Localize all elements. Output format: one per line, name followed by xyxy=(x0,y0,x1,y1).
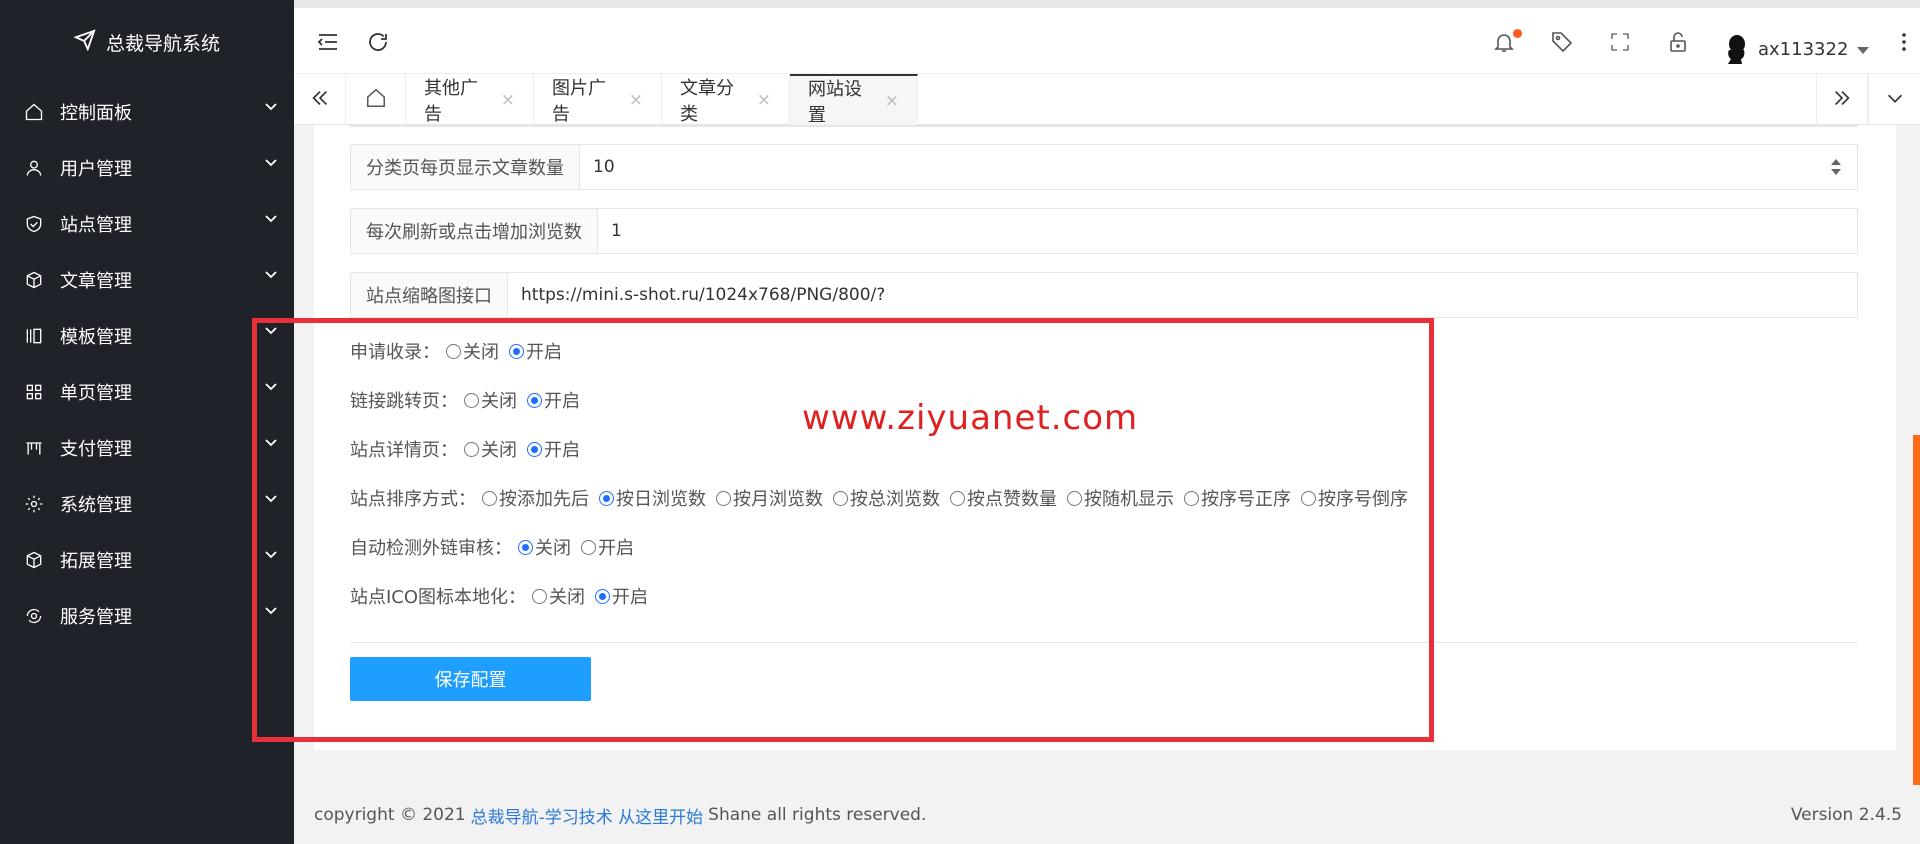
paper-plane-icon xyxy=(73,28,96,56)
user-menu[interactable]: ax113322 xyxy=(1724,34,1870,64)
home-icon xyxy=(365,87,387,113)
grid-icon xyxy=(24,382,44,402)
double-chevron-right-icon xyxy=(1831,87,1853,113)
chevron-down-icon xyxy=(264,266,278,280)
gear-icon xyxy=(24,494,44,514)
sidebar-item-label: 单页管理 xyxy=(60,383,132,404)
username: ax113322 xyxy=(1758,38,1849,60)
chevron-down-icon xyxy=(264,210,278,224)
double-chevron-left-icon xyxy=(309,87,331,113)
close-icon[interactable]: × xyxy=(757,90,771,110)
service-icon xyxy=(24,606,44,626)
tag-icon[interactable] xyxy=(1550,30,1574,54)
tab-home[interactable] xyxy=(346,74,406,126)
tab-article-category[interactable]: 文章分类 × xyxy=(662,74,790,126)
shield-icon xyxy=(24,214,44,234)
tab-site-settings[interactable]: 网站设置 × xyxy=(790,74,918,126)
avatar xyxy=(1724,34,1750,64)
notification-dot xyxy=(1513,29,1522,38)
lock-icon[interactable] xyxy=(1666,30,1690,54)
sidebar: 总裁导航系统 控制面板用户管理站点管理文章管理模板管理单页管理支付管理系统管理拓… xyxy=(0,0,294,844)
sidebar-item-7[interactable]: 支付管理 xyxy=(0,420,294,476)
sidebar-item-8[interactable]: 系统管理 xyxy=(0,476,294,532)
close-icon[interactable]: × xyxy=(885,91,899,111)
sidebar-item-4[interactable]: 文章管理 xyxy=(0,252,294,308)
brand[interactable]: 总裁导航系统 xyxy=(0,0,294,84)
sidebar-item-1[interactable]: 控制面板 xyxy=(0,84,294,140)
tabs-scroll-right-button[interactable] xyxy=(1816,74,1868,126)
sidebar-menu: 控制面板用户管理站点管理文章管理模板管理单页管理支付管理系统管理拓展管理服务管理 xyxy=(0,84,294,644)
rights-text: Shane all rights reserved. xyxy=(708,805,927,825)
thumbnail-api-input[interactable]: https://mini.s-shot.ru/1024x768/PNG/800/… xyxy=(508,273,1857,317)
chevron-down-icon xyxy=(1884,87,1906,113)
sidebar-item-3[interactable]: 站点管理 xyxy=(0,196,294,252)
chevron-down-icon xyxy=(264,154,278,168)
sidebar-item-10[interactable]: 服务管理 xyxy=(0,588,294,644)
shop-icon xyxy=(24,438,44,458)
more-vertical-icon[interactable] xyxy=(1892,30,1916,54)
refresh-icon[interactable] xyxy=(366,30,390,54)
number-spinner-icon[interactable] xyxy=(1829,157,1843,177)
user-icon xyxy=(24,158,44,178)
view-increment-input[interactable]: 1 xyxy=(598,209,1857,253)
sidebar-item-label: 用户管理 xyxy=(60,159,132,180)
tab-label: 图片广告 xyxy=(552,78,606,125)
tab-other-ads[interactable]: 其他广告 × xyxy=(406,74,534,126)
sidebar-item-9[interactable]: 拓展管理 xyxy=(0,532,294,588)
field-edge xyxy=(350,125,1858,127)
tabs-menu-button[interactable] xyxy=(1868,74,1920,126)
scrollbar[interactable] xyxy=(1913,435,1920,785)
highlight-box xyxy=(252,318,1434,742)
collapse-menu-icon[interactable] xyxy=(316,30,340,54)
chevron-down-icon xyxy=(264,98,278,112)
thumbnail-api-field: 站点缩略图接口 https://mini.s-shot.ru/1024x768/… xyxy=(350,272,1858,318)
field-label: 站点缩略图接口 xyxy=(351,273,508,317)
field-label: 每次刷新或点击增加浏览数 xyxy=(351,209,598,253)
sidebar-item-5[interactable]: 模板管理 xyxy=(0,308,294,364)
articles-per-page-field: 分类页每页显示文章数量 10 xyxy=(350,144,1858,190)
sidebar-item-label: 控制面板 xyxy=(60,103,132,124)
cube-icon xyxy=(24,550,44,570)
tab-label: 其他广告 xyxy=(424,78,478,125)
footer-link[interactable]: 总裁导航-学习技术 从这里开始 xyxy=(471,803,704,828)
articles-per-page-input[interactable]: 10 xyxy=(580,145,1857,189)
field-label: 分类页每页显示文章数量 xyxy=(351,145,580,189)
view-increment-field: 每次刷新或点击增加浏览数 1 xyxy=(350,208,1858,254)
sidebar-item-6[interactable]: 单页管理 xyxy=(0,364,294,420)
sidebar-item-label: 站点管理 xyxy=(60,215,132,236)
sidebar-item-label: 拓展管理 xyxy=(60,551,132,572)
brand-name: 总裁导航系统 xyxy=(105,32,220,55)
top-header: ax113322 xyxy=(294,0,1920,73)
cube-icon xyxy=(24,270,44,290)
fullscreen-icon[interactable] xyxy=(1608,30,1632,54)
tab-label: 网站设置 xyxy=(808,79,862,126)
tab-image-ads[interactable]: 图片广告 × xyxy=(534,74,662,126)
copyright-text: copyright © 2021 xyxy=(314,805,466,825)
sidebar-item-2[interactable]: 用户管理 xyxy=(0,140,294,196)
tabs-bar: 其他广告 × 图片广告 × 文章分类 × 网站设置 × xyxy=(294,73,1920,126)
sidebar-item-label: 支付管理 xyxy=(60,439,132,460)
close-icon[interactable]: × xyxy=(629,90,643,110)
caret-down-icon xyxy=(1856,39,1870,60)
sidebar-item-label: 文章管理 xyxy=(60,271,132,292)
version-text: Version 2.4.5 xyxy=(1790,805,1902,825)
sidebar-item-label: 服务管理 xyxy=(60,607,132,628)
footer: copyright © 2021 总裁导航-学习技术 从这里开始 Shane a… xyxy=(294,786,1920,844)
template-icon xyxy=(24,326,44,346)
home-icon xyxy=(24,102,44,122)
sidebar-item-label: 系统管理 xyxy=(60,495,132,516)
tab-label: 文章分类 xyxy=(680,78,734,125)
sidebar-item-label: 模板管理 xyxy=(60,327,132,348)
tabs-scroll-left-button[interactable] xyxy=(294,74,346,126)
close-icon[interactable]: × xyxy=(501,90,515,110)
